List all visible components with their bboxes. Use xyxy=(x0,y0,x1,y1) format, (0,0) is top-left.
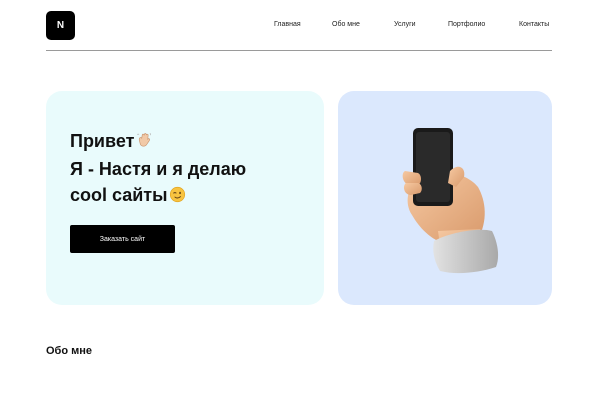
waving-hand-icon xyxy=(135,130,153,156)
winking-face-icon xyxy=(169,184,186,210)
page: N Главная Обо мне Услуги Портфолио Конта… xyxy=(0,0,600,400)
hero-line-1: Привет xyxy=(70,131,135,151)
nav-item-contacts[interactable]: Контакты xyxy=(519,20,549,30)
main-nav: Главная Обо мне Услуги Портфолио Контакт… xyxy=(0,20,600,32)
about-section-title: Обо мне xyxy=(46,345,93,357)
hero-line-greeting: Привет xyxy=(70,128,246,156)
hero-line-intro: Я - Настя и я делаю xyxy=(70,159,247,179)
nav-item-home[interactable]: Главная xyxy=(274,20,301,30)
hand-holding-phone-illustration xyxy=(402,128,499,274)
nav-item-about[interactable]: Обо мне xyxy=(332,20,360,30)
order-site-button[interactable]: Заказать сайт xyxy=(70,225,175,253)
nav-item-portfolio[interactable]: Портфолио xyxy=(448,20,485,30)
hero-line-3: cool сайты xyxy=(70,185,168,205)
header-divider xyxy=(46,50,552,51)
hero-heading: Привет Я - Настя и я делаю cool сайты xyxy=(70,128,246,210)
nav-item-services[interactable]: Услуги xyxy=(394,20,416,30)
hero-line-cool: cool сайты xyxy=(70,182,246,210)
hero-image-card xyxy=(338,91,552,305)
